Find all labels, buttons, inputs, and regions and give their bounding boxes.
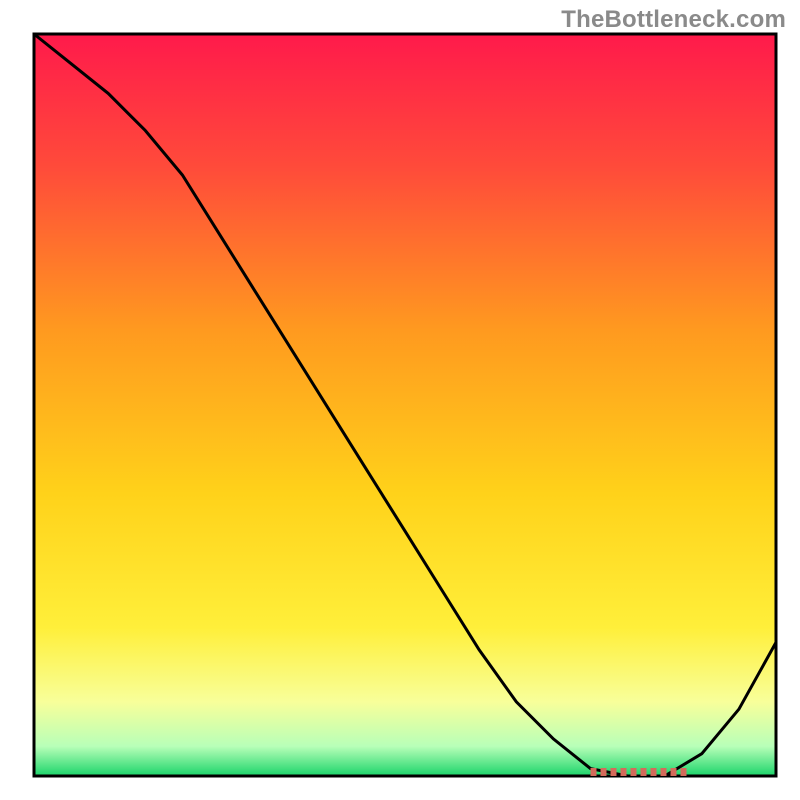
plot-area: [34, 34, 776, 776]
bottleneck-chart: [0, 0, 800, 800]
